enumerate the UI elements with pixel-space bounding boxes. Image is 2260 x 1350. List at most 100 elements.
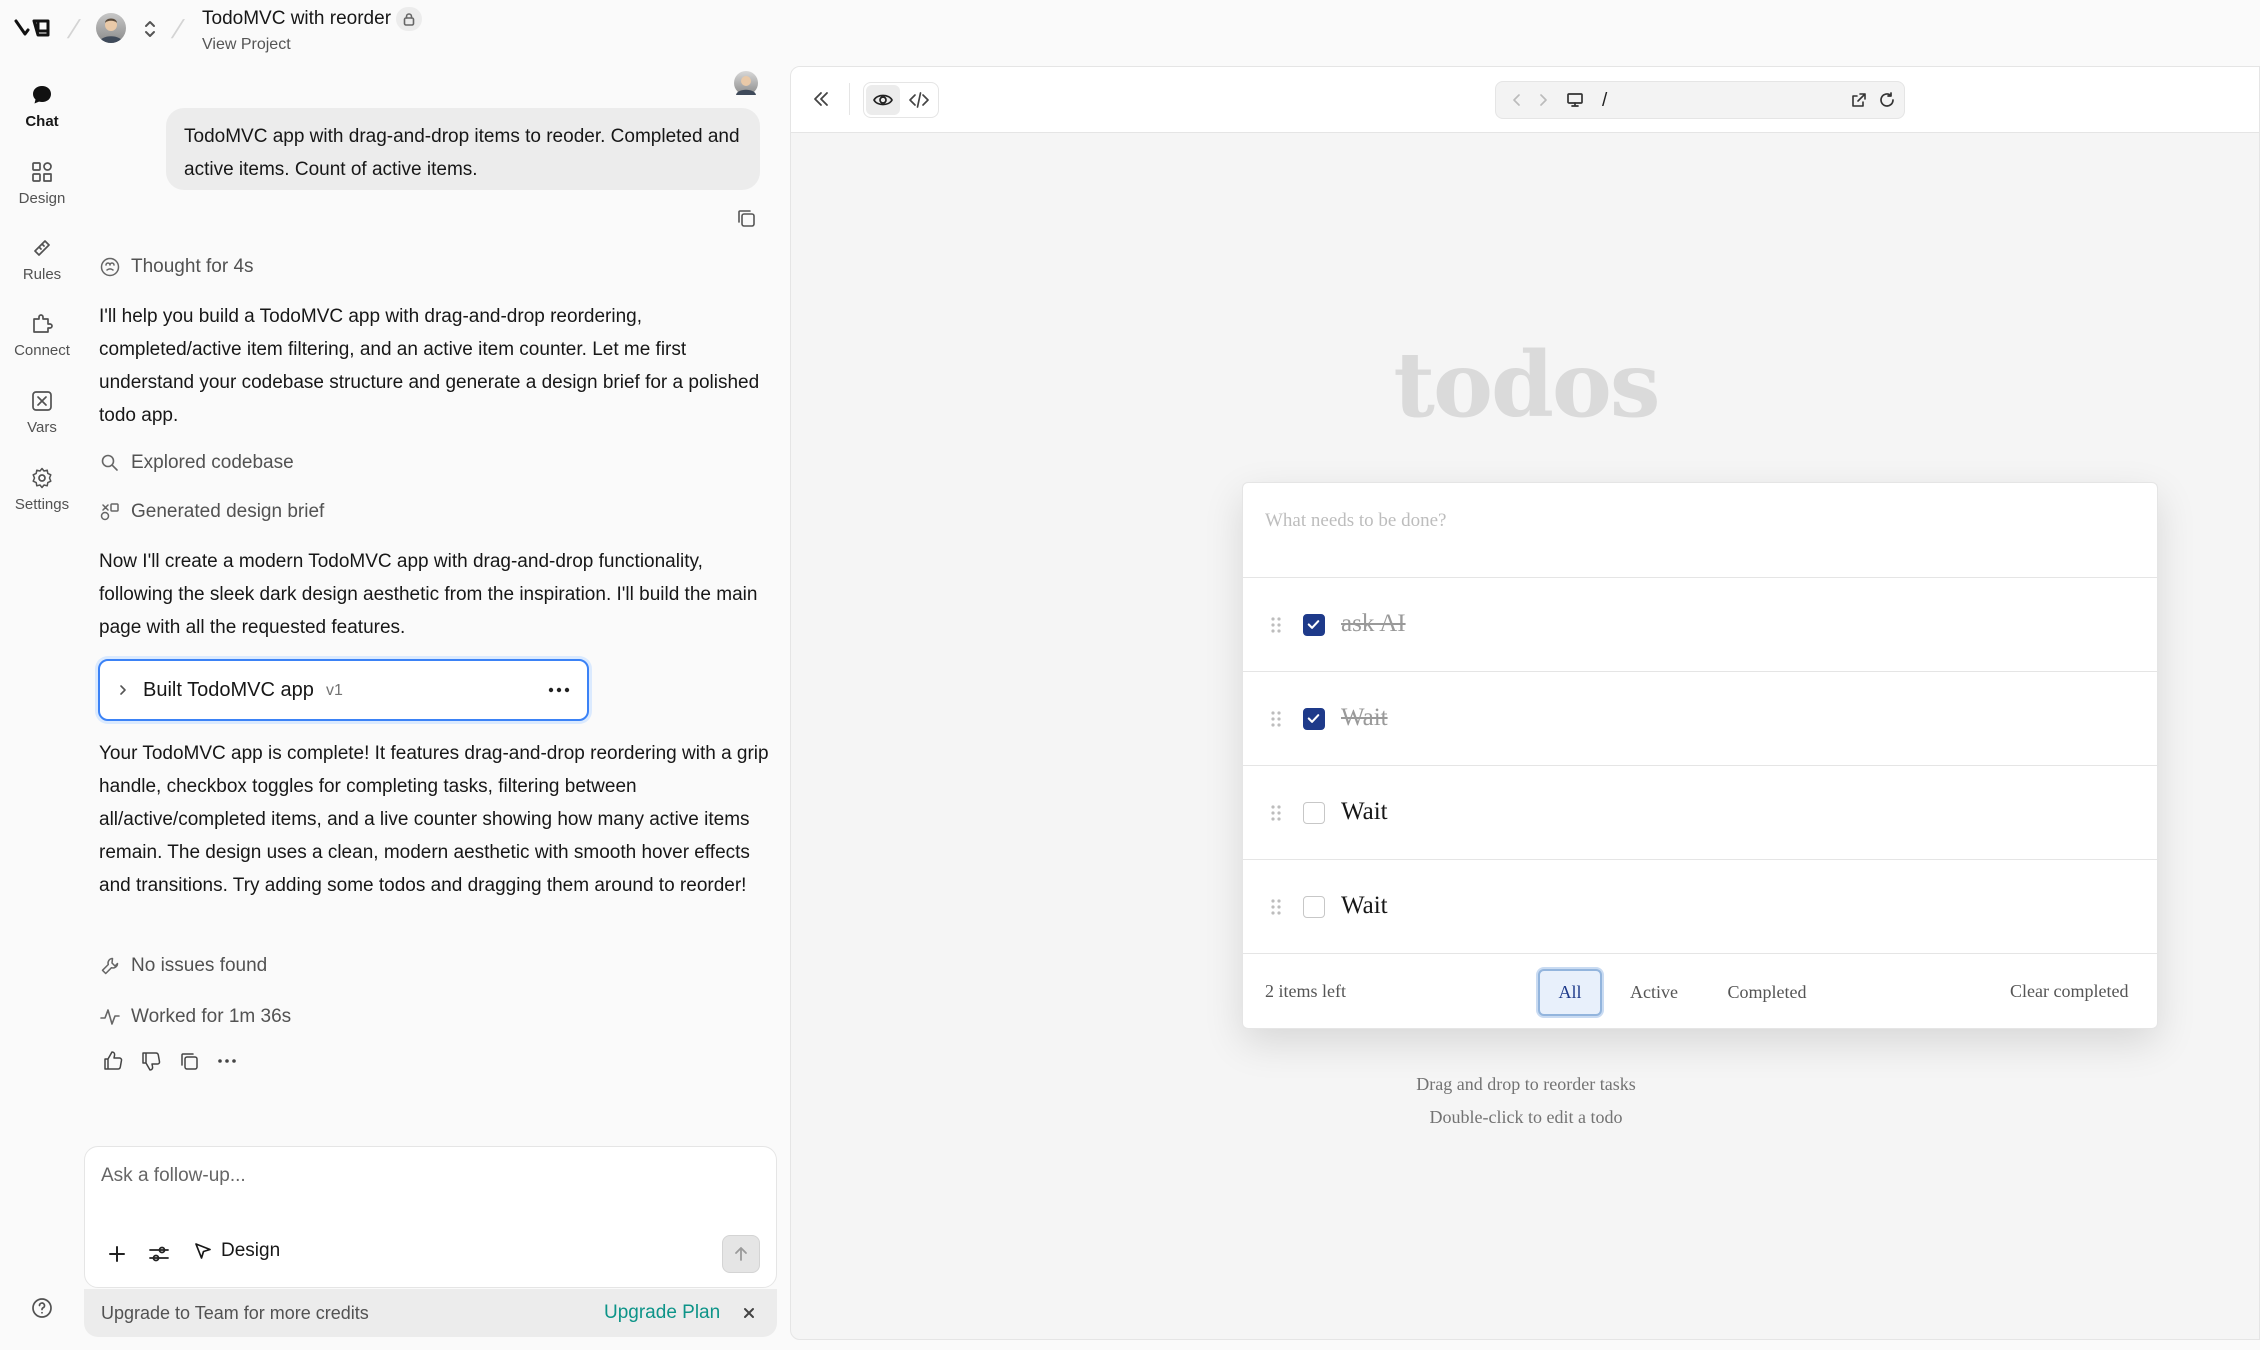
todo-item[interactable]: Wait [1243,859,2159,953]
back-icon[interactable] [1508,91,1526,109]
hint-drag: Drag and drop to reorder tasks [1416,1074,1636,1094]
gear-icon [30,466,54,490]
filter-active[interactable]: Active [1614,969,1694,1016]
design-icon [30,160,54,184]
no-issues-step: No issues found [99,953,267,979]
connect-icon [30,312,54,336]
grip-icon[interactable] [1269,802,1283,824]
follow-up-input[interactable] [101,1165,701,1187]
wrench-icon [99,955,121,977]
copy-icon[interactable] [177,1049,201,1073]
activity-icon [99,1006,121,1028]
check-icon [1307,714,1320,723]
design-brief-label: Generated design brief [131,501,325,522]
todo-text[interactable]: Wait [1341,892,1388,920]
chat-icon [30,83,54,107]
todo-card: ask AI Wait Wait Wait 2 items left All A… [1242,482,2159,1029]
built-label: Built TodoMVC app [143,679,314,701]
project-title[interactable]: TodoMVC with reorder [202,8,391,30]
todo-checkbox[interactable] [1303,614,1325,636]
project-switcher-icon[interactable] [141,19,159,39]
filter-completed[interactable]: Completed [1705,969,1829,1016]
rail-item-chat[interactable]: Chat [0,83,84,130]
thumbs-up-icon[interactable] [101,1049,125,1073]
sliders-icon[interactable] [147,1242,171,1266]
grip-icon[interactable] [1269,708,1283,730]
help-icon[interactable] [30,1296,54,1320]
eye-icon[interactable] [866,85,900,115]
thought-step[interactable]: Thought for 4s [99,254,254,280]
todo-checkbox[interactable] [1303,708,1325,730]
todo-item[interactable]: Wait [1243,671,2159,765]
rail-item-settings[interactable]: Settings [0,466,84,513]
upgrade-plan-link[interactable]: Upgrade Plan [604,1302,720,1324]
search-icon [99,452,121,474]
more-options-icon[interactable] [545,679,573,701]
built-version-card[interactable]: Built TodoMVC app v1 [98,659,589,721]
no-issues-label: No issues found [131,955,268,976]
send-button[interactable] [722,1235,760,1273]
check-icon [1307,620,1320,629]
todo-text[interactable]: ask AI [1341,610,1406,638]
assistant-intro: I'll help you build a TodoMVC app with d… [99,306,760,426]
more-options-icon[interactable] [215,1049,239,1073]
rules-icon [30,236,54,260]
assistant-summary: Your TodoMVC app is complete! It feature… [99,743,769,896]
design-brief-step[interactable]: Generated design brief [99,499,324,525]
new-todo-input[interactable] [1265,510,2125,532]
vars-icon [30,389,54,413]
forward-icon[interactable] [1534,91,1552,109]
grip-icon[interactable] [1269,614,1283,636]
todo-item[interactable]: ask AI [1243,577,2159,671]
double-chevron-left-icon[interactable] [809,87,833,111]
assistant-plan: Now I'll create a modern TodoMVC app wit… [99,551,758,638]
upgrade-banner: Upgrade to Team for more credits Upgrade… [84,1289,777,1337]
explored-label: Explored codebase [131,452,294,473]
composer: Design [84,1146,777,1288]
upgrade-text: Upgrade to Team for more credits [101,1303,369,1323]
shapes-icon [99,501,121,523]
view-project-link[interactable]: View Project [202,36,291,54]
plus-icon[interactable] [105,1242,129,1266]
thought-label: Thought for 4s [131,256,254,277]
code-icon[interactable] [902,85,936,115]
refresh-icon[interactable] [1878,91,1896,109]
todo-text[interactable]: Wait [1341,704,1388,732]
app-title: todos [1393,332,1660,438]
version-badge: v1 [326,682,343,699]
filter-all[interactable]: All [1538,969,1602,1016]
chevron-right-icon[interactable] [114,680,132,700]
clear-completed-button[interactable]: Clear completed [2010,981,2128,1002]
url-bar[interactable]: / [1495,81,1905,119]
items-left-count: 2 items left [1265,981,1346,1001]
copy-icon[interactable] [735,207,757,229]
rail-item-connect[interactable]: Connect [0,312,84,359]
close-icon[interactable] [741,1305,757,1321]
rail-item-vars[interactable]: Vars [0,389,84,436]
explored-step[interactable]: Explored codebase [99,450,294,476]
avatar[interactable] [96,13,126,43]
rail-label-design: Design [18,190,66,207]
rail-label-vars: Vars [27,419,57,436]
rail-item-rules[interactable]: Rules [0,236,84,283]
v0-logo[interactable] [14,17,56,39]
grip-icon[interactable] [1269,896,1283,918]
rail-label-settings: Settings [14,496,70,513]
design-mode-button[interactable]: Design [193,1240,280,1262]
todo-checkbox[interactable] [1303,896,1325,918]
design-mode-label: Design [221,1240,281,1261]
monitor-icon[interactable] [1566,91,1584,109]
todo-item[interactable]: Wait [1243,765,2159,859]
breadcrumb-separator: / [64,14,83,44]
user-avatar [734,71,758,95]
external-link-icon[interactable] [1850,91,1868,109]
breadcrumb-separator: / [168,14,187,44]
rail-label-connect: Connect [14,342,70,359]
thumbs-down-icon[interactable] [139,1049,163,1073]
url-path[interactable]: / [1602,90,1607,112]
view-toggle [863,82,939,118]
rail-label-chat: Chat [25,113,59,130]
todo-checkbox[interactable] [1303,802,1325,824]
todo-text[interactable]: Wait [1341,798,1388,826]
rail-item-design[interactable]: Design [0,160,84,207]
